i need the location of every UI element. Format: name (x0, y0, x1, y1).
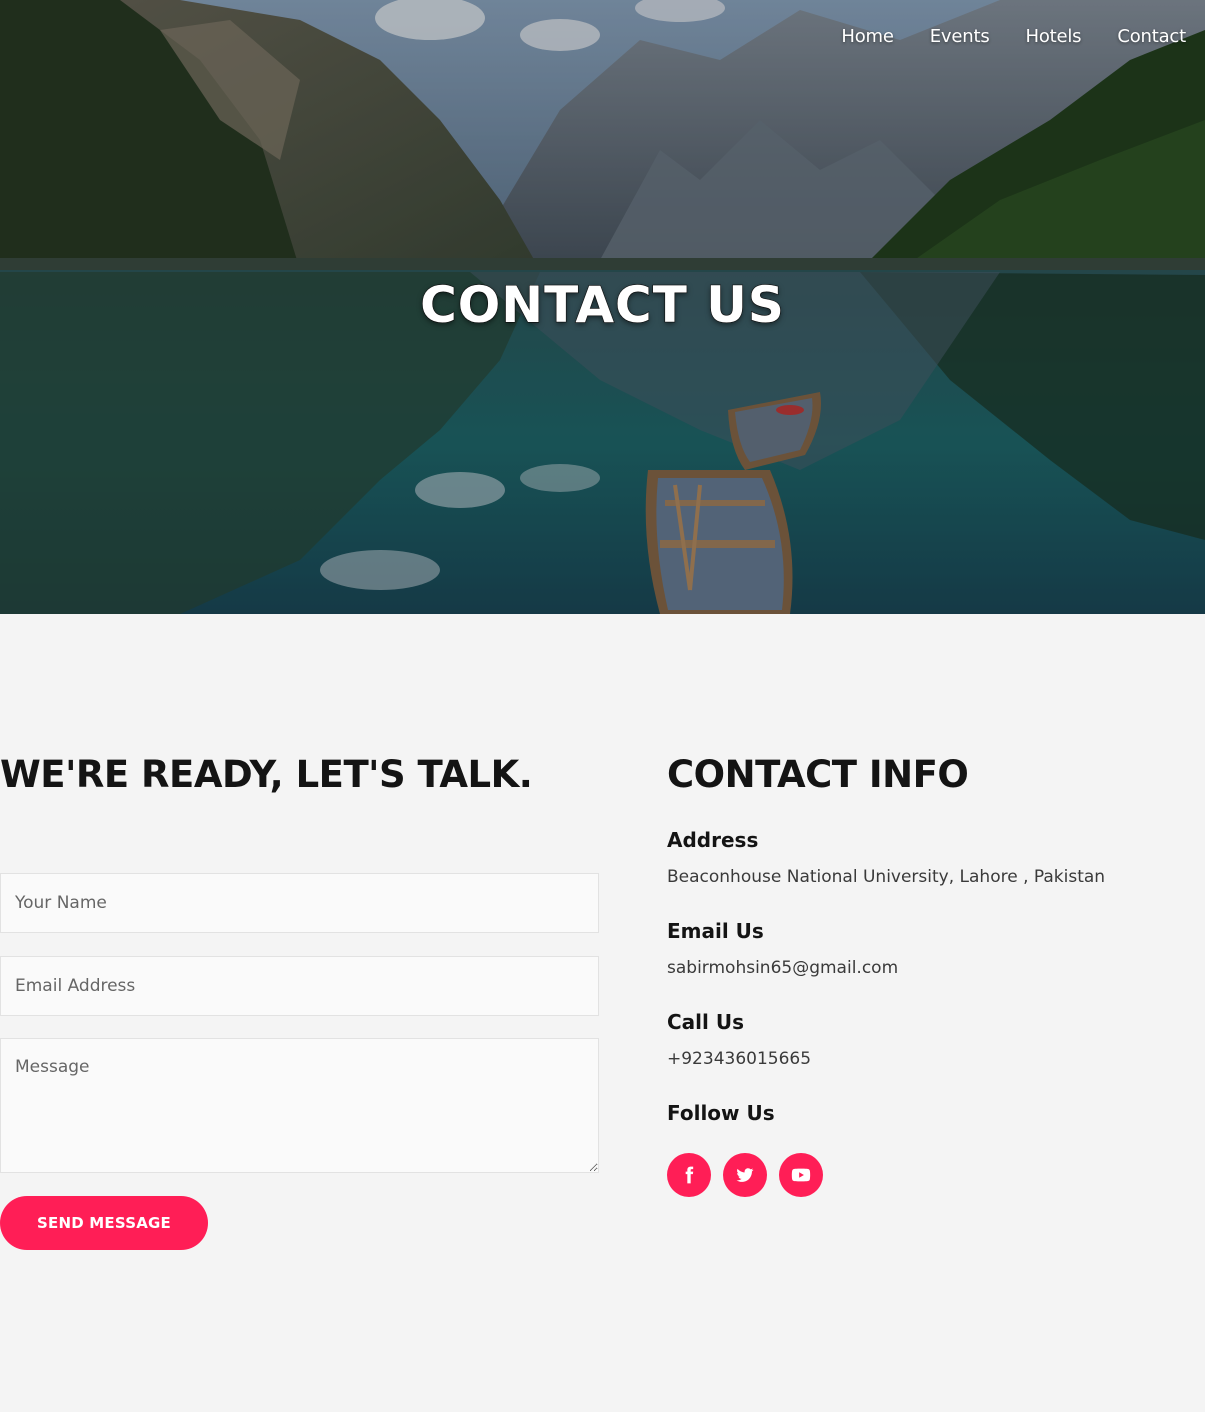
address-label: Address (667, 828, 759, 852)
social-links (667, 1153, 823, 1197)
nav-hotels-link[interactable]: Hotels (1026, 26, 1082, 47)
twitter-icon (736, 1168, 754, 1182)
contact-info-section: CONTACT INFO Address Beaconhouse Nationa… (667, 750, 1187, 1197)
follow-label: Follow Us (667, 1101, 775, 1125)
email-label: Email Us (667, 919, 764, 943)
twitter-link[interactable] (723, 1153, 767, 1197)
nav-home-link[interactable]: Home (841, 26, 894, 47)
page-title: CONTACT US (419, 275, 785, 334)
phone-label: Call Us (667, 1010, 744, 1034)
name-input[interactable] (0, 873, 599, 933)
form-heading: WE'RE READY, LET'S TALK. (0, 753, 533, 796)
nav-contact-link[interactable]: Contact (1117, 26, 1186, 47)
hero-banner: Home Events Hotels Contact CONTACT US (0, 0, 1205, 614)
main-nav: Home Events Hotels Contact (841, 26, 1186, 47)
send-message-button[interactable]: SEND MESSAGE (0, 1196, 208, 1250)
message-textarea[interactable] (0, 1038, 599, 1173)
email-input[interactable] (0, 956, 599, 1016)
facebook-icon (685, 1166, 694, 1184)
nav-events-link[interactable]: Events (930, 26, 990, 47)
youtube-icon (791, 1168, 811, 1182)
contact-form-section: WE'RE READY, LET'S TALK. SEND MESSAGE (0, 750, 599, 1250)
facebook-link[interactable] (667, 1153, 711, 1197)
youtube-link[interactable] (779, 1153, 823, 1197)
contact-info-heading: CONTACT INFO (667, 753, 969, 796)
phone-value: +923436015665 (667, 1049, 812, 1069)
email-value: sabirmohsin65@gmail.com (667, 958, 899, 978)
address-value: Beaconhouse National University, Lahore … (667, 867, 1106, 887)
